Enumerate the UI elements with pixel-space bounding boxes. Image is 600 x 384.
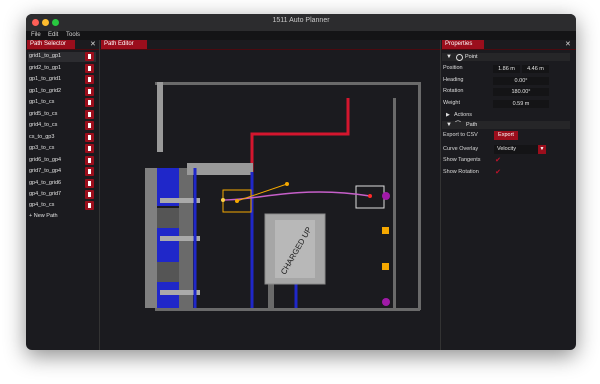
heading-label: Heading [443, 77, 464, 83]
cube-piece [382, 192, 390, 200]
tab-properties[interactable]: Properties [442, 40, 484, 49]
chevron-down-icon: ▼ [538, 145, 546, 154]
collapse-arrow-icon: ▼ [446, 54, 452, 60]
rotation-label: Rotation [443, 88, 464, 94]
list-item[interactable]: gp4_to_cs [28, 201, 96, 211]
tab-path-editor[interactable]: Path Editor [101, 40, 147, 49]
export-button[interactable]: Export [494, 131, 518, 140]
trash-icon[interactable] [85, 87, 94, 96]
show-rotation-label: Show Rotation [443, 169, 479, 175]
trash-icon[interactable] [85, 179, 94, 188]
list-item[interactable]: gp3_to_cs [28, 144, 96, 154]
menu-file[interactable]: File [31, 32, 41, 38]
grid-section-2 [157, 208, 179, 228]
export-csv-label: Export to CSV [443, 132, 478, 138]
trash-icon[interactable] [85, 98, 94, 107]
trash-icon[interactable] [85, 133, 94, 142]
path-icon: ⌒ [455, 122, 462, 128]
cube-piece [382, 298, 390, 306]
field-wall-bottom [155, 308, 420, 311]
list-item[interactable]: gp1_to_grid1 [28, 75, 96, 85]
list-item[interactable]: grid7_to_gp4 [28, 167, 96, 177]
trash-icon[interactable] [85, 156, 94, 165]
list-item[interactable]: grid5_to_cs [28, 110, 96, 120]
new-path-button[interactable]: + New Path [29, 213, 58, 219]
window-title: 1511 Auto Planner [272, 17, 330, 24]
list-item[interactable]: grid4_to_cs [28, 121, 96, 131]
trash-icon[interactable] [85, 75, 94, 84]
list-item[interactable]: grid1_to_gp1 [28, 52, 96, 62]
field-wall-top [155, 82, 420, 85]
path-section-header[interactable]: ▼ ⌒ Path [442, 121, 570, 129]
grid-section-4 [157, 262, 179, 282]
heading-field[interactable]: 0.00° [493, 77, 549, 85]
curve-overlay-label: Curve Overlay [443, 146, 479, 152]
title-bar: 1511 Auto Planner [26, 14, 576, 32]
trash-icon[interactable] [85, 190, 94, 199]
path-selector-close-icon[interactable]: ✕ [90, 40, 96, 49]
trash-icon[interactable] [85, 121, 94, 130]
trash-icon[interactable] [85, 167, 94, 176]
list-item[interactable]: gp1_to_cs [28, 98, 96, 108]
point-section-header[interactable]: ▼ Point [442, 53, 570, 61]
curve-overlay-select[interactable]: Velocity ▼ [494, 145, 546, 154]
list-item[interactable]: gp4_to_grid6 [28, 179, 96, 189]
menu-bar: File Edit Tools [26, 31, 576, 40]
list-item[interactable]: grid6_to_gp4 [28, 156, 96, 166]
show-tangents-label: Show Tangents [443, 157, 481, 163]
position-x-field[interactable]: 1.86 m [493, 65, 520, 73]
weight-label: Weight [443, 100, 461, 106]
position-y-field[interactable]: 4.46 m [522, 65, 549, 73]
trash-icon[interactable] [85, 52, 94, 61]
app-window: 1511 Auto Planner File Edit Tools Path S… [26, 14, 576, 350]
field-inner-divider [393, 98, 396, 308]
menu-tools[interactable]: Tools [66, 32, 80, 38]
trash-icon[interactable] [85, 144, 94, 153]
field-wall-left-upper [157, 82, 163, 152]
menu-edit[interactable]: Edit [48, 32, 58, 38]
list-item[interactable]: gp1_to_grid2 [28, 87, 96, 97]
trash-icon[interactable] [85, 201, 94, 210]
path-line [250, 98, 350, 172]
trajectory-curve [222, 191, 371, 201]
list-item[interactable]: grid2_to_gp1 [28, 64, 96, 74]
collapse-arrow-icon: ▼ [446, 122, 452, 128]
position-label: Position [443, 65, 463, 71]
properties-close-icon[interactable]: ✕ [565, 40, 571, 49]
show-tangents-checkbox[interactable]: ✔ [494, 157, 502, 165]
right-panel-divider [440, 40, 441, 350]
cone-piece [382, 227, 389, 234]
trash-icon[interactable] [85, 64, 94, 73]
waypoint-handle[interactable] [221, 198, 225, 202]
cone-piece [382, 263, 389, 270]
field-canvas[interactable]: CHARGED UP [100, 50, 440, 350]
tab-path-selector[interactable]: Path Selector [27, 40, 75, 49]
waypoint-handle[interactable] [368, 194, 372, 198]
show-rotation-checkbox[interactable]: ✔ [494, 169, 502, 177]
expand-arrow-icon: ▶ [446, 112, 450, 118]
list-item[interactable]: cs_to_gp3 [28, 133, 96, 143]
point-icon [456, 54, 463, 61]
grid-wall [145, 168, 157, 308]
list-item[interactable]: gp4_to_grid7 [28, 190, 96, 200]
waypoint-handle[interactable] [285, 182, 289, 186]
weight-field[interactable]: 0.59 m [493, 100, 549, 108]
field-wall-right [418, 82, 421, 310]
tangent-line [236, 183, 288, 202]
rotation-field[interactable]: 180.00° [493, 88, 549, 96]
trash-icon[interactable] [85, 110, 94, 119]
loading-bar [187, 163, 253, 175]
waypoint-handle[interactable] [235, 199, 239, 203]
grid-section-3 [157, 228, 179, 262]
